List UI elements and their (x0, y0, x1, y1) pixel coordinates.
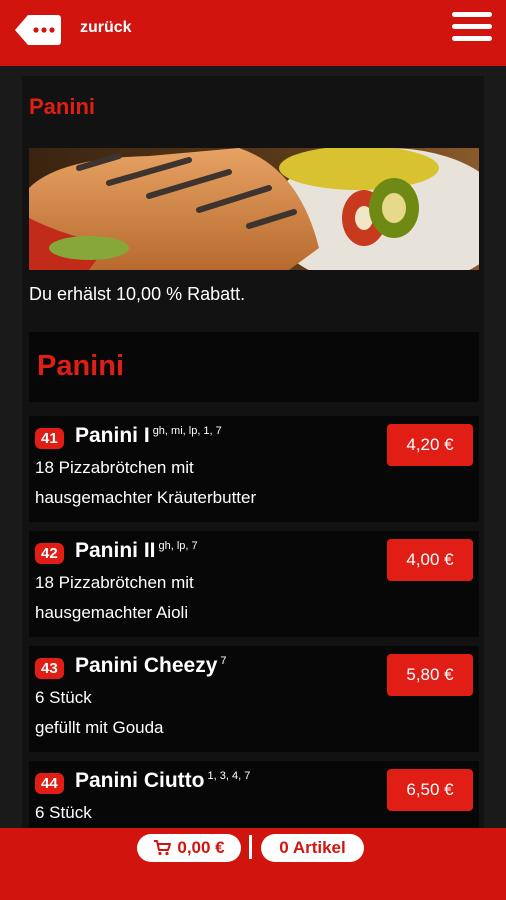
cart-total: 0,00 € (177, 838, 225, 857)
menu-item[interactable]: 44 Panini Ciutto 1, 3, 4, 7 6 Stück 6,50 … (29, 761, 479, 828)
price-button[interactable]: 6,50 € (387, 769, 473, 811)
allergen-codes: 7 (220, 655, 227, 667)
divider (249, 835, 252, 859)
panini-image (29, 148, 479, 270)
section-header: Panini (29, 332, 479, 402)
item-name: Panini II gh, lp, 7 (75, 539, 198, 562)
category-title: Panini (29, 94, 96, 119)
cart-icon (154, 840, 172, 856)
cart-count-button[interactable]: 0 Artikel (261, 834, 364, 862)
item-number: 41 (35, 428, 64, 449)
item-description: 18 Pizzabrötchen mit (35, 458, 194, 477)
menu-item[interactable]: 42 Panini II gh, lp, 7 18 Pizzabrötchen m… (29, 531, 479, 637)
item-name: Panini Cheezy 7 (75, 654, 227, 677)
allergen-codes: gh, lp, 7 (158, 540, 198, 552)
item-description: 6 Stück (35, 688, 92, 707)
top-bar: zurück (0, 0, 506, 66)
back-label[interactable]: zurück (80, 19, 132, 37)
allergen-codes: 1, 3, 4, 7 (207, 770, 251, 782)
menu-item[interactable]: 41 Panini Igh, mi, lp, 1, 7 18 Pizzabröt… (29, 416, 479, 522)
item-name: Panini Ciutto 1, 3, 4, 7 (75, 769, 251, 792)
item-number: 43 (35, 658, 64, 679)
price-button[interactable]: 4,20 € (387, 424, 473, 466)
price-button[interactable]: 4,00 € (387, 539, 473, 581)
item-description: 6 Stück (35, 803, 92, 822)
item-number: 44 (35, 773, 64, 794)
menu-item[interactable]: 43 Panini Cheezy 7 6 Stück gefüllt mit Go… (29, 646, 479, 752)
back-button[interactable] (14, 14, 62, 46)
item-name: Panini Igh, mi, lp, 1, 7 (75, 424, 222, 447)
cart-total-button[interactable]: 0,00 € (137, 834, 241, 862)
item-description: gefüllt mit Gouda (35, 718, 164, 737)
allergen-codes: gh, mi, lp, 1, 7 (152, 425, 222, 437)
back-tag-icon (15, 15, 61, 45)
item-description: 18 Pizzabrötchen mit (35, 573, 194, 592)
price-button[interactable]: 5,80 € (387, 654, 473, 696)
item-number: 42 (35, 543, 64, 564)
section-title: Panini (37, 350, 125, 382)
item-description: hausgemachter Aioli (35, 603, 189, 622)
item-description: hausgemachter Kräuterbutter (35, 488, 257, 507)
bottom-bar: 0,00 € 0 Artikel (0, 828, 506, 900)
hamburger-menu-icon[interactable] (452, 12, 492, 46)
content-panel: Panini Du erhälst 10,00 % Rabatt. Panini… (22, 76, 484, 828)
discount-text: Du erhälst 10,00 % Rabatt. (29, 284, 246, 304)
